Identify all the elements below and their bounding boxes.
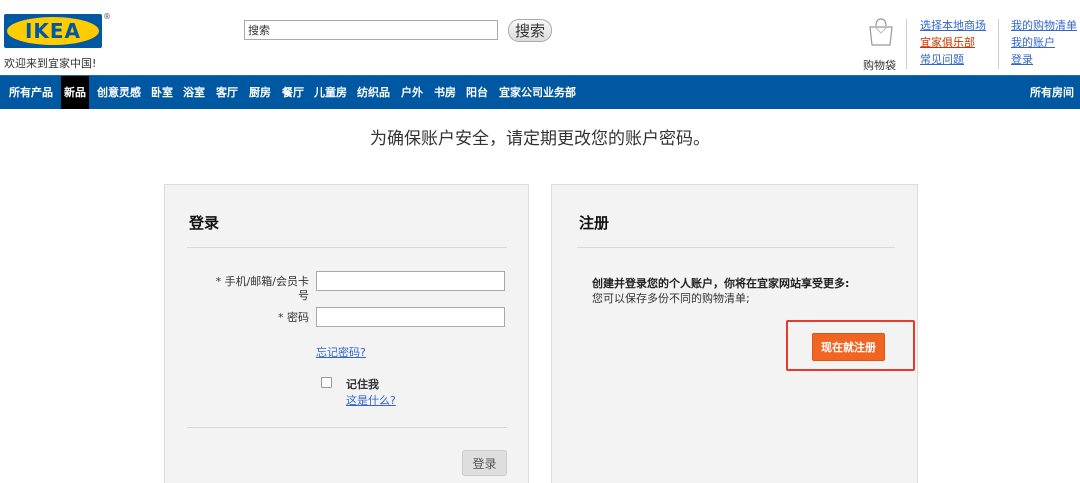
main-nav: 所有产品 新品 创意灵感 卧室 浴室 客厅 厨房 餐厅 儿童房 纺织品 户外 书… <box>0 75 1080 109</box>
cart-label[interactable]: 购物袋 <box>863 57 896 73</box>
username-input[interactable] <box>316 271 505 291</box>
nav-textiles[interactable]: 纺织品 <box>357 76 390 109</box>
site-header: IKEA ® 欢迎来到宜家中国! 搜索 购物袋 选择本地商场 宜家俱乐部 常见问… <box>0 0 1080 75</box>
shopping-bag-icon[interactable] <box>868 17 894 47</box>
login-submit-button[interactable]: 登录 <box>462 450 507 476</box>
nav-inspiration[interactable]: 创意灵感 <box>97 76 141 109</box>
register-heading: 创建并登录您的个人账户，你将在宜家网站享受更多: <box>592 277 850 290</box>
link-select-store[interactable]: 选择本地商场 <box>920 17 986 34</box>
username-label: * 手机/邮箱/会员卡 号 <box>215 275 309 302</box>
nav-bedroom[interactable]: 卧室 <box>151 76 173 109</box>
register-panel: 注册 创建并登录您的个人账户，你将在宜家网站享受更多: 您可以保存多份不同的购物… <box>551 184 918 483</box>
nav-all-products[interactable]: 所有产品 <box>9 76 53 109</box>
register-title: 注册 <box>579 214 610 232</box>
header-links-account: 我的购物清单 我的账户 登录 <box>1011 17 1077 68</box>
header-links-primary: 选择本地商场 宜家俱乐部 常见问题 <box>920 17 986 68</box>
login-panel: 登录 * 手机/邮箱/会员卡 号 * 密码 忘记密码? 记住我 这是什么? 登录 <box>164 184 529 483</box>
nav-living-room[interactable]: 客厅 <box>216 76 238 109</box>
forgot-password-link[interactable]: 忘记密码? <box>316 344 366 360</box>
registered-mark: ® <box>103 12 111 21</box>
password-label: * 密码 <box>278 311 309 324</box>
security-notice: 为确保账户安全，请定期更改您的账户密码。 <box>370 129 710 149</box>
welcome-text: 欢迎来到宜家中国! <box>4 57 97 70</box>
nav-outdoor[interactable]: 户外 <box>401 76 423 109</box>
divider <box>187 247 507 248</box>
nav-kids-room[interactable]: 儿童房 <box>314 76 347 109</box>
login-title: 登录 <box>189 214 220 232</box>
search-input[interactable] <box>244 20 498 40</box>
link-login[interactable]: 登录 <box>1011 51 1077 68</box>
svg-text:IKEA: IKEA <box>25 19 81 43</box>
register-now-button[interactable]: 现在就注册 <box>812 333 885 361</box>
link-ikea-family[interactable]: 宜家俱乐部 <box>920 34 986 51</box>
nav-new[interactable]: 新品 <box>61 76 89 109</box>
nav-business[interactable]: 宜家公司业务部 <box>499 76 576 109</box>
register-benefit: 您可以保存多份不同的购物清单; <box>592 292 750 305</box>
remember-checkbox[interactable] <box>321 377 332 388</box>
nav-dining[interactable]: 餐厅 <box>282 76 304 109</box>
nav-all-rooms[interactable]: 所有房间 <box>1030 76 1074 109</box>
nav-study[interactable]: 书房 <box>434 76 456 109</box>
link-faq[interactable]: 常见问题 <box>920 51 986 68</box>
divider <box>577 247 895 248</box>
divider <box>906 19 907 69</box>
nav-balcony[interactable]: 阳台 <box>466 76 488 109</box>
whats-this-link[interactable]: 这是什么? <box>346 392 396 408</box>
nav-kitchen[interactable]: 厨房 <box>249 76 271 109</box>
link-my-account[interactable]: 我的账户 <box>1011 34 1077 51</box>
link-shopping-list[interactable]: 我的购物清单 <box>1011 17 1077 34</box>
divider <box>187 427 507 428</box>
password-input[interactable] <box>316 307 505 327</box>
nav-bathroom[interactable]: 浴室 <box>183 76 205 109</box>
search-button[interactable]: 搜索 <box>508 19 552 42</box>
ikea-logo[interactable]: IKEA <box>4 14 102 48</box>
remember-label: 记住我 <box>346 378 379 391</box>
divider <box>998 19 999 69</box>
